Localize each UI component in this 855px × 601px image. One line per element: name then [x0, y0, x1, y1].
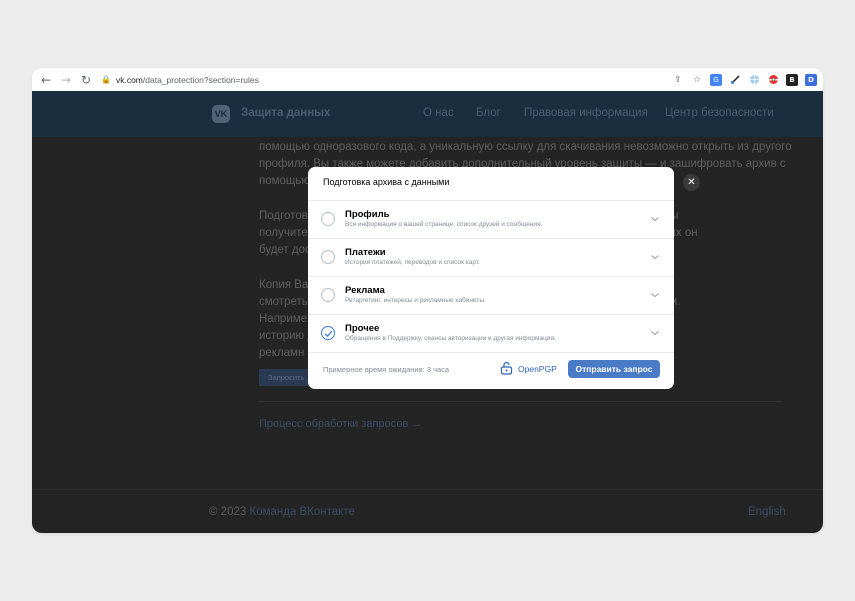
back-button[interactable]: ←: [37, 71, 55, 89]
option-subtitle: Обращения в Поддержку, сеансы авторизаци…: [345, 335, 556, 342]
option-title: Реклама: [345, 285, 385, 296]
radio-unchecked[interactable]: [321, 288, 335, 302]
forward-button[interactable]: →: [57, 71, 75, 89]
globe-icon[interactable]: [748, 74, 760, 86]
puzzle-icon[interactable]: [767, 74, 779, 86]
option-subtitle: История платежей, переводов и список кар…: [345, 259, 480, 266]
vpn-icon[interactable]: B: [786, 73, 798, 86]
footer-divider: [32, 489, 823, 490]
url-host: vk.com: [115, 74, 143, 85]
option-payments[interactable]: Платежи История платежей, переводов и сп…: [308, 239, 674, 277]
team-link[interactable]: Команда ВКонтакте: [249, 506, 354, 518]
option-other[interactable]: Прочее Обращения в Поддержку, сеансы авт…: [308, 315, 674, 353]
chevron-down-icon[interactable]: [650, 252, 660, 262]
radio-unchecked[interactable]: [321, 212, 335, 226]
request-button[interactable]: Запросить: [259, 369, 315, 386]
option-profile[interactable]: Профиль Вся информация о вашей странице,…: [308, 201, 674, 239]
chevron-down-icon[interactable]: [650, 328, 660, 338]
radio-unchecked[interactable]: [321, 250, 335, 264]
process-link[interactable]: Процесс обработки запросов →: [259, 418, 422, 430]
url-path: /data_protection?section=rules: [142, 74, 259, 85]
option-subtitle: Ретаргетинг, интересы и рекламные кабине…: [345, 297, 486, 304]
address-bar[interactable]: 🔒 vk.com/data_protection?section=rules: [101, 71, 672, 89]
site-header: VK Защита данных О нас Блог Правовая инф…: [32, 91, 823, 137]
modal-footer: Примерное время ожидания: 3 часа OpenPGP…: [308, 351, 674, 389]
copyright-year: © 2023: [209, 506, 247, 518]
browser-window: ← → ↻ 🔒 vk.com/data_protection?section=r…: [32, 68, 823, 533]
page-viewport: VK Защита данных О нас Блог Правовая инф…: [32, 91, 823, 533]
site-title[interactable]: Защита данных: [241, 107, 330, 119]
option-ads[interactable]: Реклама Ретаргетинг, интересы и рекламны…: [308, 277, 674, 315]
nav-legal[interactable]: Правовая информация: [524, 107, 648, 119]
paragraph-line: помощью одноразового кода, а уникальную …: [259, 141, 792, 153]
share-icon[interactable]: ⇪: [672, 74, 684, 86]
modal-title: Подготовка архива с данными: [323, 177, 450, 187]
close-icon[interactable]: ✕: [683, 174, 700, 191]
extensions-bar: ⇪ ☆ G B D: [672, 73, 817, 86]
bookmark-star-icon[interactable]: ☆: [691, 74, 703, 86]
checkmark-icon: [324, 330, 333, 338]
url-text: vk.com/data_protection?section=rules: [116, 75, 259, 85]
nav-about[interactable]: О нас: [423, 107, 454, 119]
option-title: Платежи: [345, 247, 386, 258]
bitwarden-icon[interactable]: D: [805, 73, 817, 86]
vk-logo[interactable]: VK: [212, 105, 230, 123]
reload-button[interactable]: ↻: [77, 71, 95, 89]
option-title: Профиль: [345, 209, 390, 220]
nav-security-center[interactable]: Центр безопасности: [665, 107, 774, 119]
browser-toolbar: ← → ↻ 🔒 vk.com/data_protection?section=r…: [32, 68, 823, 91]
translate-icon[interactable]: G: [710, 73, 722, 86]
option-subtitle: Вся информация о вашей странице, список …: [345, 221, 543, 228]
divider: [259, 401, 781, 402]
nav-blog[interactable]: Блог: [476, 107, 501, 119]
openpgp-button[interactable]: OpenPGP: [518, 364, 557, 374]
chevron-down-icon[interactable]: [650, 290, 660, 300]
language-link[interactable]: English: [748, 506, 786, 518]
radio-checked[interactable]: [321, 326, 335, 340]
archive-modal: Подготовка архива с данными Профиль Вся …: [308, 167, 674, 389]
nav-buttons: ← → ↻: [37, 71, 95, 89]
brush-icon[interactable]: [729, 74, 741, 86]
chevron-down-icon[interactable]: [650, 214, 660, 224]
wait-time: Примерное время ожидания: 3 часа: [323, 365, 450, 374]
unlock-icon[interactable]: [500, 361, 513, 375]
send-request-button[interactable]: Отправить запрос: [568, 360, 660, 378]
lock-icon[interactable]: 🔒: [101, 75, 111, 84]
option-title: Прочее: [345, 323, 380, 334]
footer-copyright: © 2023 Команда ВКонтакте: [209, 506, 355, 518]
